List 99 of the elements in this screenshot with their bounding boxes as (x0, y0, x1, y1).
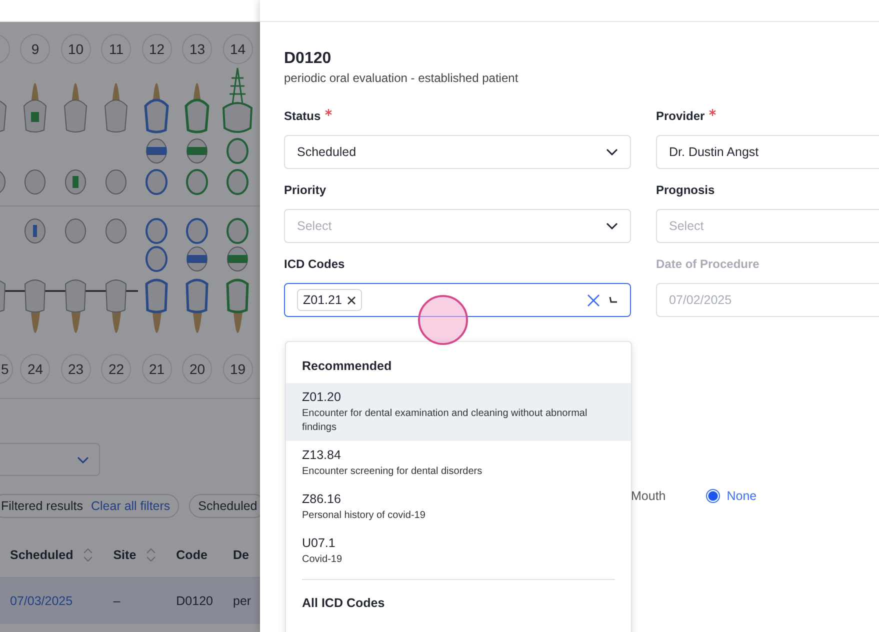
sort-icon[interactable] (83, 547, 94, 563)
tooth-drawing[interactable] (104, 83, 128, 132)
field-value: 07/02/2025 (669, 293, 733, 307)
field-label: Provider (656, 109, 705, 123)
tooth-drawing[interactable] (24, 280, 46, 333)
icd-description: Encounter for dental examination and cleaning without abnormal findings (302, 407, 588, 435)
chevron-down-icon (606, 148, 618, 156)
radio-button[interactable] (706, 489, 720, 503)
tooth-surface-drawing[interactable] (186, 138, 208, 164)
dropdown-field[interactable]: Scheduled (284, 135, 631, 169)
tooth-number-badge[interactable]: 23 (60, 354, 91, 384)
tooth-drawing[interactable] (186, 278, 208, 333)
icd-description: Covid-19 (302, 553, 344, 567)
touch-indicator (418, 295, 468, 345)
icd-code: Z01.20 (302, 390, 342, 404)
tooth-surface-drawing[interactable] (65, 218, 86, 244)
icd-code: Z13.84 (302, 448, 342, 462)
tooth-number-badge[interactable]: 20 (182, 354, 212, 384)
column-header[interactable]: De (233, 548, 249, 562)
column-header[interactable]: Code (176, 548, 208, 562)
sort-icon[interactable] (146, 547, 156, 563)
column-header[interactable]: Scheduled (10, 548, 74, 562)
tooth-surface-drawing[interactable] (0, 170, 6, 194)
tooth-drawing[interactable] (226, 278, 249, 333)
field-label: Date of Procedure (656, 257, 760, 271)
input-field[interactable]: Dr. Dustin Angst (656, 135, 879, 169)
tooth-surface-drawing[interactable] (146, 138, 167, 164)
tooth-surface-drawing[interactable] (226, 218, 248, 244)
icd-code: Z86.16 (302, 492, 342, 506)
tooth-surface-drawing[interactable] (106, 170, 126, 194)
field-label: Status (284, 109, 321, 123)
tooth-number-badge[interactable]: 13 (182, 34, 212, 64)
field-value: Dr. Dustin Angst (669, 145, 760, 159)
icd-option[interactable]: U07.1 Covid-19 (286, 529, 631, 573)
icd-description: Encounter screening for dental disorders (302, 465, 484, 479)
tooth-drawing[interactable] (145, 278, 168, 333)
chevron-down-icon (77, 456, 89, 464)
field-placeholder: Select (669, 219, 705, 233)
tooth-number-badge[interactable]: 5 (0, 354, 13, 384)
procedure-code: D0120 (284, 50, 332, 68)
tooth-number-badge[interactable]: 21 (142, 354, 172, 384)
chevron-down-icon (606, 222, 618, 230)
icd-description: Personal history of covid-19 (302, 509, 426, 523)
tooth-number-badge[interactable]: 12 (142, 34, 172, 64)
table-cell: per (223, 578, 260, 624)
tooth-surface-drawing[interactable] (146, 218, 168, 244)
field-value: Scheduled (297, 145, 358, 159)
section-heading: All ICD Codes (302, 579, 615, 620)
tooth-surface-drawing[interactable] (226, 169, 248, 195)
date-link[interactable]: 07/03/2025 (0, 578, 104, 624)
tooth-number-badge[interactable]: 10 (60, 34, 91, 64)
field-label: ICD Codes (284, 257, 345, 271)
field-placeholder: Select (297, 219, 333, 233)
remove-icon[interactable] (346, 296, 356, 304)
implant-tooth-drawing[interactable] (222, 67, 252, 133)
tooth-surface-drawing[interactable] (226, 138, 248, 164)
tooth-surface-drawing[interactable] (146, 169, 168, 195)
tooth-drawing[interactable] (184, 83, 210, 134)
tooth-number-badge[interactable]: 22 (101, 354, 132, 384)
procedure-description: periodic oral evaluation - established patient (284, 71, 520, 85)
icd-option[interactable]: Z13.84 Encounter screening for dental disorders (286, 441, 631, 485)
column-header[interactable]: Site (113, 548, 136, 562)
filter-chip[interactable]: Filtered results Clear all filters (0, 494, 180, 518)
tooth-surface-drawing[interactable] (186, 246, 208, 272)
tooth-number-badge[interactable]: 11 (101, 34, 132, 64)
tooth-surface-drawing[interactable] (186, 218, 208, 244)
icd-option[interactable]: Z01.20 Encounter for dental examination and cleaning without abnormal findings (286, 383, 631, 441)
caret-icon[interactable] (608, 296, 618, 304)
radio-label[interactable]: None (726, 489, 757, 503)
tooth-drawing[interactable] (106, 280, 126, 333)
tooth-drawing[interactable] (144, 83, 169, 134)
field-label: Prognosis (656, 183, 715, 197)
table-cell: D0120 (166, 578, 223, 624)
tooth-surface-drawing[interactable] (146, 246, 168, 272)
tooth-surface-drawing[interactable] (227, 246, 248, 272)
code-tag: Z01.21 (297, 289, 362, 311)
tooth-surface-drawing[interactable] (106, 218, 126, 244)
section-heading: Recommended (301, 358, 393, 375)
clear-filters-link[interactable]: Clear all filters (90, 499, 170, 513)
icd-code: U07.1 (302, 536, 336, 550)
tooth-drawing[interactable] (0, 280, 6, 312)
field-label: Priority (284, 183, 326, 197)
tooth-number-badge[interactable]: 9 (20, 34, 50, 64)
tooth-surface-drawing[interactable] (65, 170, 86, 194)
tooth-drawing[interactable] (24, 83, 46, 132)
tooth-surface-drawing[interactable] (24, 218, 46, 244)
tooth-number-badge[interactable]: 14 (222, 34, 253, 64)
tooth-surface-drawing[interactable] (186, 169, 208, 195)
tooth-drawing[interactable] (64, 83, 87, 132)
table-cell: – (103, 578, 166, 624)
clear-icon[interactable] (587, 294, 600, 306)
tooth-drawing[interactable] (0, 100, 6, 132)
tooth-surface-drawing[interactable] (24, 170, 46, 194)
radio-label[interactable]: Mouth (631, 489, 666, 503)
tooth-number-badge[interactable]: 24 (20, 354, 50, 384)
icd-codes-field[interactable]: Z01.21 (284, 283, 631, 317)
icd-option[interactable]: Z86.16 Personal history of covid-19 (286, 485, 631, 529)
tooth-number-badge[interactable]: 19 (222, 354, 253, 384)
tooth-drawing[interactable] (65, 280, 86, 333)
